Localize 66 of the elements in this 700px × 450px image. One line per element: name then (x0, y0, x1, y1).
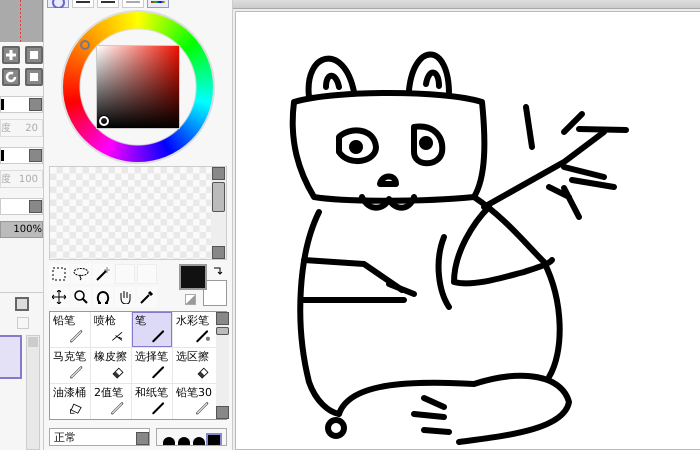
brush-label: 和纸笔 (135, 385, 168, 400)
scrollbar[interactable] (216, 312, 229, 419)
brush-label: 橡皮擦 (94, 349, 127, 364)
pen-icon (111, 402, 124, 414)
brush-label: 喷枪 (94, 313, 116, 328)
brush-label: 铅笔 (53, 313, 75, 328)
field-value: 20 (25, 122, 38, 134)
eraser-icon (198, 368, 208, 379)
eraser-icon (112, 368, 124, 379)
brush-label: 油漆桶 (53, 385, 86, 400)
brush-slot[interactable]: 选择笔 (132, 348, 172, 383)
pen-icon (70, 330, 82, 342)
scale-bar[interactable]: 100% (0, 221, 43, 238)
dropdown-field[interactable] (0, 96, 43, 113)
navigator-preview (0, 0, 43, 42)
square-button[interactable] (25, 68, 43, 86)
brush-slot[interactable]: 铅笔 (50, 312, 90, 347)
plus-icon (5, 49, 17, 61)
scrollbar[interactable] (211, 167, 226, 259)
brush-slot[interactable]: 和纸笔 (132, 384, 172, 419)
field-value: 100 (18, 174, 38, 184)
layer-item[interactable] (0, 335, 22, 379)
brush-label: 马克笔 (53, 349, 86, 364)
color-square[interactable] (96, 45, 180, 129)
brush-label: 水彩笔 (176, 313, 209, 328)
field-label: 度 (1, 122, 11, 135)
layer-icon[interactable] (15, 297, 29, 311)
square-button[interactable] (25, 46, 43, 64)
add-layer-button[interactable] (2, 46, 20, 64)
airbrush-icon (112, 332, 122, 341)
pen-icon (196, 402, 208, 414)
brush-slot[interactable]: 选区擦 (173, 348, 216, 383)
brush-slot[interactable]: 喷枪 (91, 312, 131, 347)
primary-color-swatch[interactable] (179, 264, 207, 290)
reset-colors-icon[interactable] (185, 294, 196, 305)
pen-icon (152, 330, 164, 342)
canvas[interactable] (235, 11, 700, 450)
rotate-button[interactable] (2, 68, 20, 86)
brush-label: 铅笔30 (176, 385, 212, 400)
brush-slot[interactable]: 2值笔 (91, 384, 131, 419)
brush-label: 选择笔 (135, 349, 168, 364)
scrollbar[interactable] (26, 335, 40, 450)
bucket-icon (70, 404, 82, 414)
pen-icon (196, 330, 210, 342)
pen-icon (70, 366, 82, 378)
secondary-color-swatch[interactable] (203, 280, 227, 306)
pen-icon (152, 402, 164, 414)
dropdown-field[interactable] (0, 198, 43, 215)
brush-label: 2值笔 (94, 385, 123, 400)
brush-slot[interactable]: 马克笔 (50, 348, 90, 383)
brush-slot[interactable]: 铅笔30 (173, 384, 216, 419)
brush-shape-picker[interactable] (156, 428, 227, 446)
pen-icon (152, 366, 164, 378)
color-cursor[interactable] (99, 116, 109, 126)
swap-colors-icon[interactable] (213, 266, 223, 276)
square-icon (30, 73, 38, 81)
field-label: 度 (1, 172, 11, 186)
brush-slot[interactable]: 水彩笔 (173, 312, 216, 347)
blend-mode-dropdown[interactable]: 正常 (49, 428, 150, 446)
brush-label: 笔 (135, 313, 146, 328)
square-icon (30, 51, 38, 59)
brush-slot[interactable]: 橡皮擦 (91, 348, 131, 383)
brush-slot[interactable]: 油漆桶 (50, 384, 90, 419)
dropdown-field[interactable] (0, 147, 43, 164)
brush-slot[interactable]: 笔 (132, 312, 172, 347)
brush-label: 选区擦 (176, 349, 209, 364)
